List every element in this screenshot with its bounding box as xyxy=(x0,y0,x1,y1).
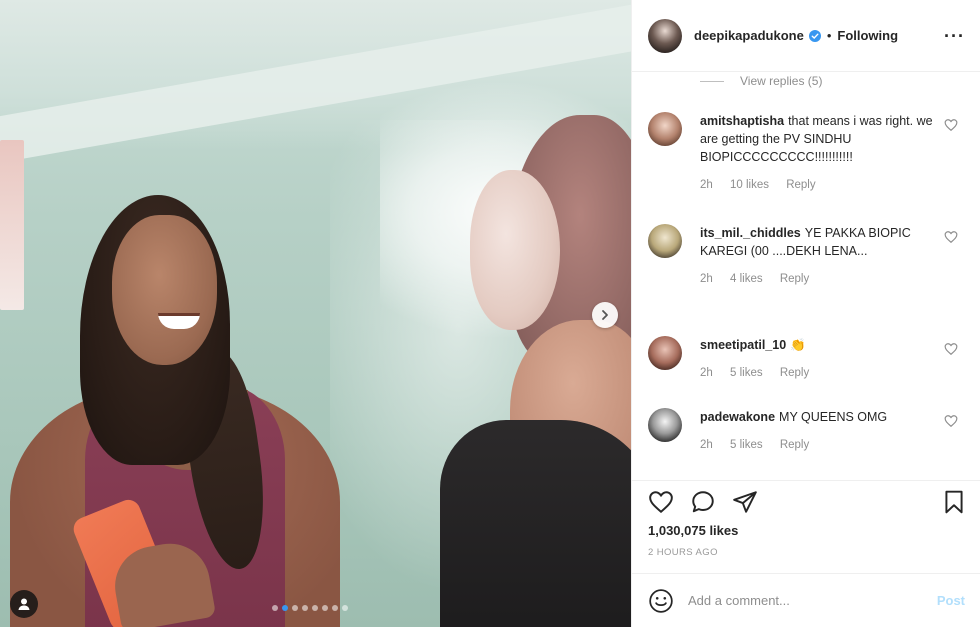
comment-time[interactable]: 2h xyxy=(700,439,713,451)
replies-divider xyxy=(700,80,724,82)
comment-meta: 2h 5 likes Reply xyxy=(700,436,940,454)
avatar[interactable] xyxy=(648,112,682,146)
chevron-right-icon xyxy=(602,310,608,320)
comment-body: smeetipatil_10 👏 2h 5 likes Reply xyxy=(700,336,940,382)
post-media[interactable] xyxy=(0,0,631,627)
comment-body: its_mil._chiddles YE PAKKA BIOPIC KAREGI … xyxy=(700,224,940,288)
avatar[interactable] xyxy=(648,18,682,53)
view-replies-link[interactable]: View replies (5) xyxy=(700,74,822,88)
carousel-next-button[interactable] xyxy=(592,302,618,328)
carousel-dot xyxy=(342,605,348,611)
carousel-dot xyxy=(292,605,298,611)
comment-likes[interactable]: 10 likes xyxy=(730,179,769,191)
header-separator: • xyxy=(826,28,832,43)
comment-username[interactable]: padewakone xyxy=(700,410,775,424)
carousel-indicator xyxy=(272,605,348,611)
comment-body: amitshaptisha that means i was right. we … xyxy=(700,112,940,194)
post-header: deepikapadukone • Following ··· xyxy=(632,0,980,72)
carousel-dot xyxy=(332,605,338,611)
comment-likes[interactable]: 5 likes xyxy=(730,367,763,379)
post-username[interactable]: deepikapadukone xyxy=(694,28,804,43)
comments-list: View replies (5) amitshaptisha that means… xyxy=(632,72,980,480)
add-comment-bar: Post xyxy=(632,573,980,627)
comment-icon[interactable] xyxy=(690,489,716,515)
comment-likes[interactable]: 5 likes xyxy=(730,439,763,451)
user-tag-icon xyxy=(18,598,30,610)
bookmark-icon[interactable] xyxy=(941,489,967,515)
comment-reply-button[interactable]: Reply xyxy=(786,179,815,191)
comment-meta: 2h 10 likes Reply xyxy=(700,176,940,194)
post-comment-button[interactable]: Post xyxy=(937,593,965,608)
comment-meta: 2h 4 likes Reply xyxy=(700,270,940,288)
avatar[interactable] xyxy=(648,408,682,442)
carousel-dot xyxy=(282,605,288,611)
comment-time[interactable]: 2h xyxy=(700,367,713,379)
heart-icon[interactable] xyxy=(944,230,958,244)
user-tags-button[interactable] xyxy=(10,590,38,618)
photo-person-right-face xyxy=(470,170,560,330)
heart-icon[interactable] xyxy=(648,489,674,515)
following-button[interactable]: Following xyxy=(837,28,898,43)
post-actions: 1,030,075 likes 2 HOURS AGO xyxy=(632,480,980,562)
comment-text: MY QUEENS OMG xyxy=(779,410,888,424)
post-panel: deepikapadukone • Following ··· View rep… xyxy=(631,0,980,627)
comment-reply-button[interactable]: Reply xyxy=(780,367,809,379)
comment-meta: 2h 5 likes Reply xyxy=(700,364,940,382)
heart-icon[interactable] xyxy=(944,118,958,132)
verified-badge-icon xyxy=(808,29,821,42)
comment-username[interactable]: amitshaptisha xyxy=(700,114,784,128)
carousel-dot xyxy=(312,605,318,611)
comment-reply-button[interactable]: Reply xyxy=(780,273,809,285)
comment-likes[interactable]: 4 likes xyxy=(730,273,763,285)
comment-username[interactable]: smeetipatil_10 xyxy=(700,338,786,352)
comment-reply-button[interactable]: Reply xyxy=(780,439,809,451)
heart-icon[interactable] xyxy=(944,342,958,356)
post-date: 2 HOURS AGO xyxy=(648,547,718,558)
photo-person-left-face xyxy=(112,215,217,365)
carousel-dot xyxy=(322,605,328,611)
comment-text: 👏 xyxy=(790,338,806,352)
heart-icon[interactable] xyxy=(944,414,958,428)
photo-frame xyxy=(0,140,24,310)
share-icon[interactable] xyxy=(732,489,758,515)
comment-time[interactable]: 2h xyxy=(700,179,713,191)
comment-body: padewakone MY QUEENS OMG 2h 5 likes Reply xyxy=(700,408,940,454)
carousel-dot xyxy=(272,605,278,611)
view-replies-label: View replies (5) xyxy=(740,74,823,88)
more-options-icon[interactable]: ··· xyxy=(944,26,965,47)
avatar[interactable] xyxy=(648,336,682,370)
avatar[interactable] xyxy=(648,224,682,258)
photo-person-right-top xyxy=(440,420,631,627)
emoji-icon[interactable] xyxy=(648,588,674,614)
likes-count[interactable]: 1,030,075 likes xyxy=(648,523,738,538)
comment-username[interactable]: its_mil._chiddles xyxy=(700,226,801,240)
comment-time[interactable]: 2h xyxy=(700,273,713,285)
comment-input[interactable] xyxy=(688,593,937,608)
carousel-dot xyxy=(302,605,308,611)
